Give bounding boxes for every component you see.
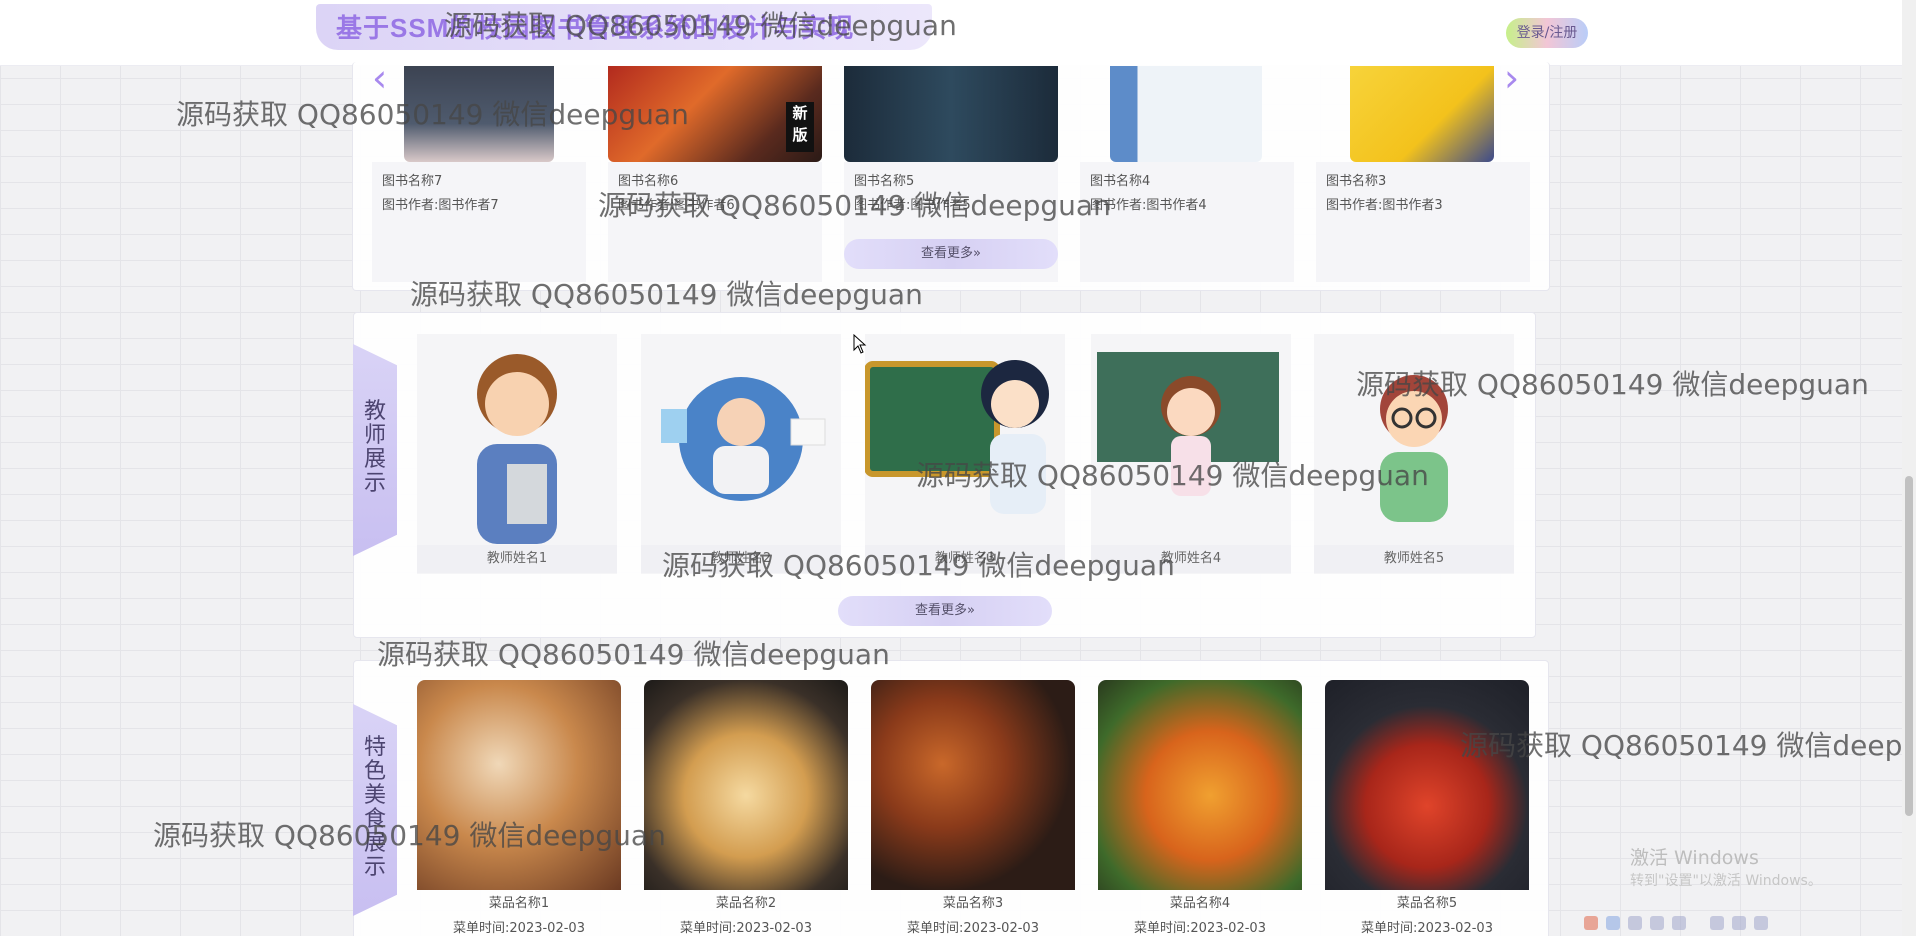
- book-author: 图书作者:图书作者7: [382, 198, 499, 213]
- food-card[interactable]: 菜品名称4 菜单时间:2023-02-03: [1098, 680, 1302, 936]
- book-card[interactable]: 图书名称3 图书作者:图书作者3: [1316, 66, 1530, 282]
- food-name: 菜品名称4: [1169, 896, 1231, 911]
- food-section-title: 特色美食展示: [363, 735, 386, 880]
- food-name: 菜品名称1: [488, 896, 550, 911]
- food-image: [417, 680, 621, 890]
- book-card[interactable]: 图书名称4 图书作者:图书作者4: [1080, 66, 1294, 282]
- book-cover-image: [404, 66, 554, 162]
- food-image: [1325, 680, 1529, 890]
- view-more-teachers-button[interactable]: 查看更多»: [838, 596, 1052, 626]
- food-time: 菜单时间:2023-02-03: [1361, 921, 1493, 936]
- windows-activation-subtitle: 转到"设置"以激活 Windows。: [1630, 873, 1822, 889]
- site-title: 基于SSM的校园图书管理系统的设计与实现: [336, 13, 855, 43]
- teacher-name: 教师姓名3: [865, 545, 1065, 573]
- food-card[interactable]: 菜品名称1 菜单时间:2023-02-03: [417, 680, 621, 936]
- food-time: 菜单时间:2023-02-03: [453, 921, 585, 936]
- teacher-name: 教师姓名4: [1091, 545, 1291, 573]
- teacher-card[interactable]: 教师姓名3: [864, 334, 1065, 574]
- book-info: 图书名称4 图书作者:图书作者4: [1080, 162, 1294, 282]
- food-time: 菜单时间:2023-02-03: [680, 921, 812, 936]
- food-time: 菜单时间:2023-02-03: [1134, 921, 1266, 936]
- book-card[interactable]: 图书名称7 图书作者:图书作者7: [372, 66, 586, 282]
- book-cover-image: [844, 66, 1058, 162]
- food-time: 菜单时间:2023-02-03: [907, 921, 1039, 936]
- book-author: 图书作者:图书作者3: [1326, 198, 1443, 213]
- book-info: 图书名称6 图书作者:图书作者6: [608, 162, 822, 282]
- mouse-cursor-icon: [853, 334, 867, 354]
- top-header: [0, 0, 1916, 66]
- food-card[interactable]: 菜品名称3 菜单时间:2023-02-03: [871, 680, 1075, 936]
- food-image: [644, 680, 848, 890]
- windows-activation-title: 激活 Windows: [1630, 847, 1759, 869]
- teacher-avatar: [477, 354, 557, 544]
- teacher-section-title: 教师展示: [363, 399, 386, 496]
- tray-pen-icon[interactable]: [1650, 916, 1664, 930]
- book-author: 图书作者:图书作者6: [618, 198, 735, 213]
- teacher-card[interactable]: 教师姓名5: [1314, 334, 1514, 574]
- food-image: [871, 680, 1075, 890]
- view-more-books-button[interactable]: 查看更多»: [844, 239, 1058, 269]
- book-info: 图书名称7 图书作者:图书作者7: [372, 162, 586, 282]
- book-cover-image: [1350, 66, 1494, 162]
- tray-moon-icon[interactable]: [1628, 916, 1642, 930]
- food-section-label: 特色美食展示: [353, 704, 397, 916]
- food-name: 菜品名称5: [1396, 896, 1458, 911]
- teacher-card[interactable]: 教师姓名4: [1091, 334, 1291, 574]
- scrollbar-thumb[interactable]: [1905, 476, 1913, 816]
- tray-grid-icon[interactable]: [1710, 916, 1724, 930]
- book-cover-image: 新版: [608, 66, 822, 162]
- tray-ime-icon[interactable]: [1606, 916, 1620, 930]
- book-name: 图书名称7: [382, 174, 443, 189]
- teacher-avatar: [864, 360, 1049, 514]
- food-image: [1098, 680, 1302, 890]
- tray-settings-icon[interactable]: [1754, 916, 1768, 930]
- food-name: 菜品名称2: [715, 896, 777, 911]
- teacher-section-label: 教师展示: [353, 344, 397, 556]
- book-author: 图书作者:图书作者5: [854, 198, 971, 213]
- teacher-name: 教师姓名1: [417, 545, 617, 573]
- tray-keyboard-icon[interactable]: [1672, 916, 1686, 930]
- book-name: 图书名称5: [854, 174, 915, 189]
- book-card[interactable]: 新版 图书名称6 图书作者:图书作者6: [608, 66, 822, 282]
- food-name: 菜品名称3: [942, 896, 1004, 911]
- book-name: 图书名称4: [1090, 174, 1151, 189]
- book-cover-image: [1110, 66, 1262, 162]
- food-card[interactable]: 菜品名称5 菜单时间:2023-02-03: [1325, 680, 1529, 936]
- teacher-card[interactable]: 教师姓名2: [641, 334, 841, 574]
- book-name: 图书名称3: [1326, 174, 1387, 189]
- teacher-avatar: [661, 377, 826, 501]
- new-edition-badge: 新版: [786, 102, 814, 152]
- page-scrollbar[interactable]: [1902, 0, 1916, 936]
- book-card[interactable]: 图书名称5 图书作者:图书作者5: [844, 66, 1058, 282]
- teacher-avatar: [1097, 352, 1279, 496]
- teacher-card[interactable]: 教师姓名1: [417, 334, 617, 574]
- tray-shirt-icon[interactable]: [1732, 916, 1746, 930]
- food-card[interactable]: 菜品名称2 菜单时间:2023-02-03: [644, 680, 848, 936]
- login-register-button[interactable]: 登录/注册: [1506, 18, 1588, 48]
- book-name: 图书名称6: [618, 174, 679, 189]
- teacher-name: 教师姓名2: [641, 545, 841, 573]
- book-author: 图书作者:图书作者4: [1090, 198, 1207, 213]
- teacher-name: 教师姓名5: [1314, 545, 1514, 573]
- teacher-avatar: [1380, 375, 1448, 522]
- tray-icons: [1584, 914, 1784, 934]
- book-info: 图书名称3 图书作者:图书作者3: [1316, 162, 1530, 282]
- tray-app-icon[interactable]: [1584, 916, 1598, 930]
